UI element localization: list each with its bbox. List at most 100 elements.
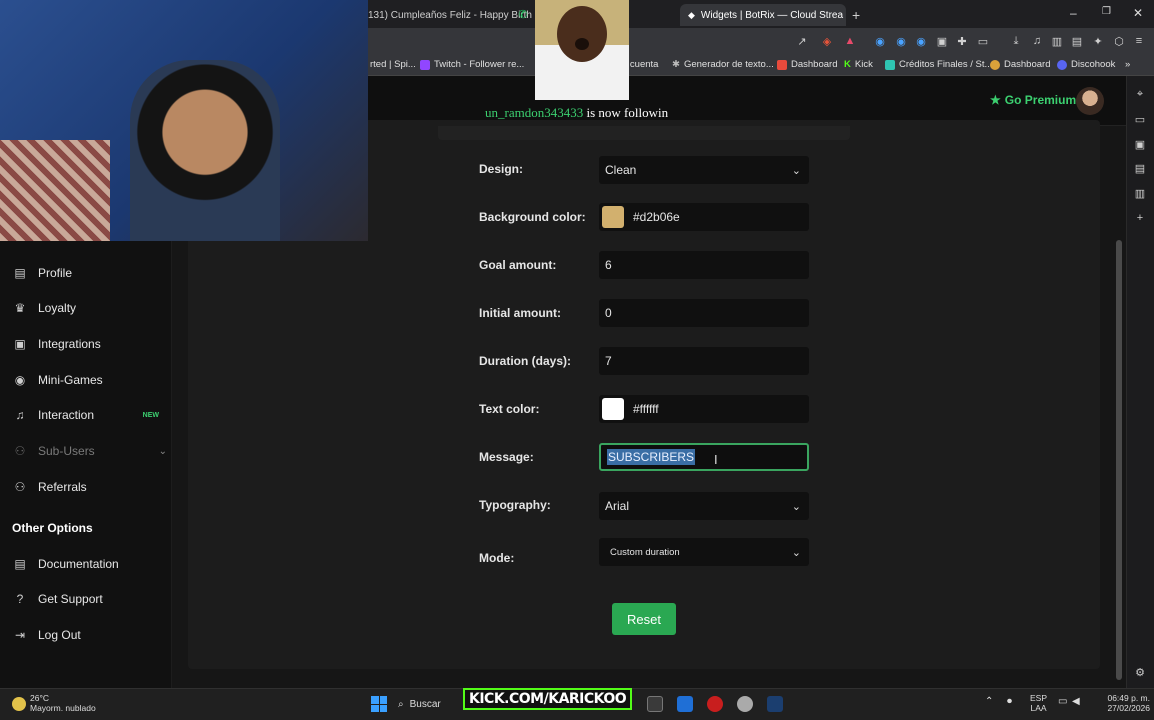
- media-icon[interactable]: ♫: [1030, 34, 1044, 48]
- message-value: SUBSCRIBERS: [607, 449, 696, 465]
- language-code: ESP: [1030, 693, 1048, 703]
- duration-input[interactable]: 7: [599, 347, 809, 375]
- vpn-icon[interactable]: ⬡: [1112, 34, 1126, 48]
- sidebar-toggle-icon[interactable]: ▥: [1050, 34, 1064, 48]
- outlook-icon[interactable]: [677, 696, 693, 712]
- tray-chevron-icon[interactable]: ⌃: [985, 697, 993, 707]
- rewards-icon[interactable]: ▲: [843, 34, 857, 48]
- sidebar-item-loyalty[interactable]: ♛ Loyalty: [12, 298, 167, 318]
- goal-amount-label: Goal amount:: [479, 258, 557, 272]
- wallet-panel-icon[interactable]: ▣: [1133, 137, 1147, 151]
- text-color-field[interactable]: #ffffff: [599, 395, 809, 423]
- initial-amount-value: 0: [605, 306, 612, 320]
- sidebar-item-integrations[interactable]: ▣ Integrations: [12, 334, 167, 354]
- gear-icon: ✱: [672, 59, 680, 70]
- reset-button[interactable]: Reset: [612, 603, 676, 635]
- bookmark-4[interactable]: ✱ Generador de texto...: [672, 59, 774, 70]
- mode-select[interactable]: Custom duration ⌄: [599, 538, 809, 566]
- bookmark-6[interactable]: K Kick: [844, 59, 873, 70]
- sidebar-item-label: Loyalty: [38, 301, 77, 315]
- sidebar-item-label: Mini-Games: [38, 373, 103, 387]
- settings-gear-icon[interactable]: ⚙: [1133, 665, 1147, 679]
- bookmark-8[interactable]: Dashboard: [990, 59, 1050, 70]
- reading-list-icon[interactable]: ▥: [1133, 186, 1147, 200]
- chevron-down-icon: ⌄: [791, 546, 801, 559]
- store-icon[interactable]: [647, 696, 663, 712]
- follower-alert: un_ramdon343433 is now followin: [485, 105, 668, 121]
- tab-botrix-widgets[interactable]: ◆ Widgets | BotRix — Cloud Strea ✕: [680, 4, 846, 26]
- brave-shield-icon[interactable]: ◈: [820, 34, 834, 48]
- bookmark-1[interactable]: rted | Spi...: [370, 59, 416, 70]
- avatar[interactable]: [1076, 87, 1104, 115]
- whatsapp-icon[interactable]: ✆: [516, 7, 530, 21]
- maximize-icon[interactable]: ❐: [1102, 6, 1111, 17]
- leo-ai-icon[interactable]: ✦: [1091, 34, 1105, 48]
- sidebar-item-sub-users[interactable]: ⚇ Sub-Users ⌄: [12, 441, 167, 461]
- sidebar-item-interaction[interactable]: ♫ Interaction NEW: [12, 405, 167, 425]
- extension-d-icon[interactable]: ▣: [935, 34, 949, 48]
- sidebar-item-label: Log Out: [38, 628, 81, 642]
- share-icon[interactable]: ↗: [795, 34, 809, 48]
- kick-banner: KICK.COM/KARICKOO: [463, 688, 633, 710]
- bookmark-panel-icon[interactable]: ▤: [1133, 161, 1147, 175]
- sidebar-item-mini-games[interactable]: ◉ Mini-Games: [12, 370, 167, 390]
- taskbar-search[interactable]: ⌕ Buscar: [398, 694, 441, 714]
- download-icon[interactable]: ⤓: [1009, 34, 1023, 48]
- design-select[interactable]: Clean ⌄: [599, 156, 809, 184]
- pin-icon[interactable]: ⌖: [1133, 87, 1147, 101]
- page-scrollbar[interactable]: [1116, 240, 1122, 680]
- mode-value: Custom duration: [610, 546, 680, 558]
- new-tab-icon[interactable]: +: [852, 4, 860, 26]
- bookmark-5[interactable]: Dashboard: [777, 59, 837, 70]
- initial-amount-input[interactable]: 0: [599, 299, 809, 327]
- tab-birthday[interactable]: 131) Cumpleaños Feliz - Happy Birth: [368, 4, 532, 26]
- bookmark-2[interactable]: Twitch - Follower re...: [420, 59, 524, 70]
- media-panel-icon[interactable]: ▭: [1133, 112, 1147, 126]
- sidebar-item-referrals[interactable]: ⚇ Referrals: [12, 477, 167, 497]
- screenshot-icon[interactable]: ▭: [976, 34, 990, 48]
- windows-start-icon[interactable]: [371, 696, 387, 712]
- alert-username: un_ramdon343433: [485, 105, 584, 120]
- wallet-icon[interactable]: ▤: [1070, 34, 1084, 48]
- clock[interactable]: 06:49 p. m. 27/02/2026: [1090, 693, 1150, 713]
- microphone-icon[interactable]: ⏺: [1007, 697, 1012, 707]
- background-color-swatch[interactable]: [602, 206, 624, 228]
- minimize-icon[interactable]: –: [1070, 6, 1077, 20]
- sidebar-item-label: Interaction: [38, 408, 95, 422]
- sidebar-item-documentation[interactable]: ▤ Documentation: [12, 554, 167, 574]
- opera-icon[interactable]: [707, 696, 723, 712]
- duration-label: Duration (days):: [479, 354, 572, 368]
- weather-widget[interactable]: 26°C Mayorm. nublado: [12, 693, 96, 713]
- goal-amount-input[interactable]: 6: [599, 251, 809, 279]
- background-color-field[interactable]: #d2b06e: [599, 203, 809, 231]
- bookmark-9[interactable]: Discohook: [1057, 59, 1115, 70]
- bookmark-label: Dashboard: [791, 59, 838, 70]
- text-color-swatch[interactable]: [602, 398, 624, 420]
- typography-select[interactable]: Arial ⌄: [599, 492, 809, 520]
- add-panel-icon[interactable]: +: [1133, 211, 1147, 225]
- message-input[interactable]: SUBSCRIBERS: [599, 443, 809, 471]
- menu-icon[interactable]: ≡: [1132, 34, 1146, 48]
- app-icon[interactable]: [737, 696, 753, 712]
- typography-label: Typography:: [479, 498, 551, 512]
- sidebar-item-log-out[interactable]: ⇥ Log Out: [12, 625, 167, 645]
- more-bookmarks-icon[interactable]: »: [1125, 59, 1130, 70]
- extensions-puzzle-icon[interactable]: ✚: [955, 34, 969, 48]
- window-close-icon[interactable]: ✕: [1133, 6, 1143, 20]
- network-icon[interactable]: ▭: [1058, 697, 1067, 707]
- bookmark-label: Generador de texto...: [683, 59, 774, 70]
- extension-c-icon[interactable]: ◉: [914, 34, 928, 48]
- referrals-icon: ⚇: [14, 480, 26, 494]
- steam-icon[interactable]: [767, 696, 783, 712]
- typography-value: Arial: [605, 499, 630, 513]
- extension-b-icon[interactable]: ◉: [894, 34, 908, 48]
- extension-a-icon[interactable]: ◉: [873, 34, 887, 48]
- cushion-shape: [0, 140, 110, 241]
- sidebar-item-profile[interactable]: ▤ Profile: [12, 263, 167, 283]
- bookmark-7[interactable]: Créditos Finales / St...: [885, 59, 992, 70]
- go-premium-button[interactable]: ★ Go Premium: [990, 93, 1076, 107]
- sidebar-item-get-support[interactable]: ? Get Support: [12, 589, 167, 609]
- volume-icon[interactable]: ◀: [1072, 697, 1080, 707]
- duration-value: 7: [605, 354, 612, 368]
- language-indicator[interactable]: ESP LAA: [1030, 693, 1047, 713]
